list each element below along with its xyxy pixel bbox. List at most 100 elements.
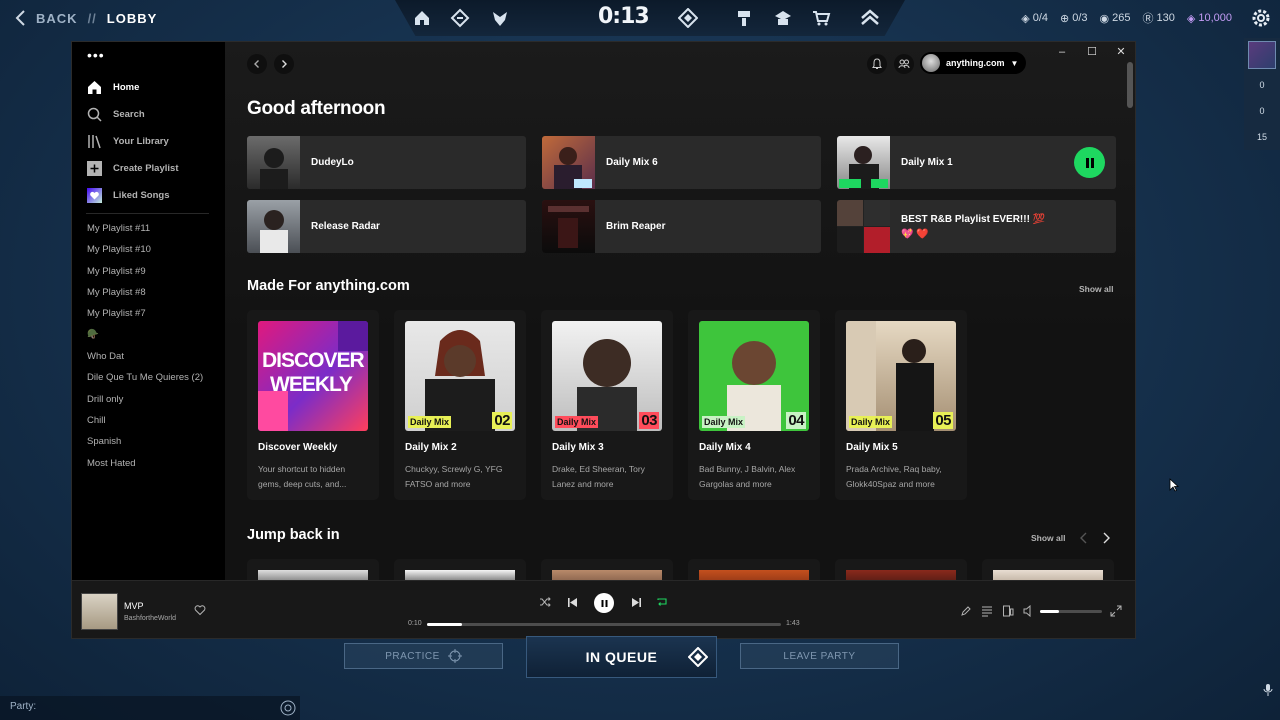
quick-tile[interactable]: Daily Mix 1 bbox=[837, 136, 1116, 189]
store-icon[interactable] bbox=[811, 8, 831, 28]
close-icon[interactable]: ✕ bbox=[1114, 45, 1128, 59]
lyrics-icon[interactable] bbox=[960, 605, 972, 617]
mic-icon[interactable] bbox=[1262, 683, 1274, 697]
card-title: Discover Weekly bbox=[258, 442, 338, 453]
menu-dots-icon[interactable]: ••• bbox=[87, 47, 105, 63]
previous-icon[interactable] bbox=[565, 595, 579, 609]
back-nav-button[interactable] bbox=[247, 54, 267, 74]
party-chat-input[interactable]: Party: bbox=[0, 696, 300, 720]
nav-label: Liked Songs bbox=[113, 189, 170, 201]
jump-card[interactable] bbox=[394, 559, 526, 580]
pause-button[interactable] bbox=[1074, 147, 1105, 178]
playlist-card[interactable]: Daily Mix 04 Daily Mix 4 Bad Bunny, J Ba… bbox=[688, 310, 820, 500]
devices-icon[interactable] bbox=[1002, 605, 1014, 617]
playlist-item[interactable]: 🪖 bbox=[87, 329, 99, 340]
jump-card[interactable] bbox=[541, 559, 673, 580]
playlist-card[interactable]: DISCOVER WEEKLY Discover Weekly Your sho… bbox=[247, 310, 379, 500]
queue-icon[interactable] bbox=[981, 605, 993, 617]
show-all-link[interactable]: Show all bbox=[1031, 533, 1065, 543]
jump-card[interactable] bbox=[982, 559, 1114, 580]
pause-button[interactable] bbox=[594, 593, 614, 613]
playlist-item[interactable]: Most Hated bbox=[87, 458, 136, 469]
chevron-left-icon[interactable] bbox=[1079, 532, 1089, 544]
playlist-item[interactable]: Chill bbox=[87, 415, 105, 426]
volume-icon[interactable] bbox=[1023, 605, 1035, 617]
gear-icon[interactable] bbox=[1250, 7, 1272, 29]
jump-card[interactable] bbox=[688, 559, 820, 580]
chevron-right-icon[interactable] bbox=[1101, 532, 1111, 544]
now-playing-title[interactable]: MVP bbox=[124, 601, 144, 611]
progress-bar[interactable] bbox=[427, 623, 781, 626]
playlist-card[interactable]: Daily Mix 03 Daily Mix 3 Drake, Ed Sheer… bbox=[541, 310, 673, 500]
career-icon[interactable] bbox=[734, 8, 754, 28]
quick-tile[interactable]: BEST R&B Playlist EVER!!! 💯 💖 ❤️ bbox=[837, 200, 1116, 253]
jump-card[interactable] bbox=[247, 559, 379, 580]
playlist-item[interactable]: Dile Que Tu Me Quieres (2) bbox=[87, 372, 203, 383]
nav-liked-songs[interactable]: Liked Songs bbox=[86, 187, 169, 203]
cover-art bbox=[837, 136, 890, 189]
show-all-link[interactable]: Show all bbox=[1079, 284, 1113, 294]
tile-title: Brim Reaper bbox=[606, 221, 666, 232]
playlist-item[interactable]: My Playlist #11 bbox=[87, 223, 150, 234]
playlist-item[interactable]: My Playlist #8 bbox=[87, 287, 146, 298]
playlist-card[interactable]: Daily Mix 02 Daily Mix 2 Chuckyy, Screwl… bbox=[394, 310, 526, 500]
nav-create-playlist[interactable]: Create Playlist bbox=[86, 160, 178, 176]
user-menu[interactable]: anything.com ▼ bbox=[920, 52, 1026, 74]
playlist-item[interactable]: My Playlist #10 bbox=[87, 244, 151, 255]
maximize-icon[interactable]: ☐ bbox=[1085, 45, 1099, 59]
rank-icon[interactable] bbox=[860, 8, 880, 28]
bell-icon[interactable] bbox=[867, 54, 887, 74]
collection-icon[interactable] bbox=[773, 8, 793, 28]
quick-tile[interactable]: Brim Reaper bbox=[542, 200, 821, 253]
now-playing-art[interactable] bbox=[81, 593, 118, 630]
heart-icon[interactable] bbox=[194, 604, 206, 616]
volume-slider[interactable] bbox=[1040, 610, 1102, 613]
mix-label: Daily Mix bbox=[849, 416, 893, 428]
quick-tile[interactable]: DudeyLo bbox=[247, 136, 526, 189]
leave-party-button[interactable]: LEAVE PARTY bbox=[740, 643, 899, 669]
fullscreen-icon[interactable] bbox=[1110, 605, 1122, 617]
back-button[interactable]: BACK // LOBBY bbox=[12, 9, 157, 27]
play-mode-icon[interactable] bbox=[678, 8, 698, 28]
repeat-icon[interactable] bbox=[655, 595, 669, 609]
minimize-icon[interactable]: – bbox=[1055, 45, 1069, 59]
heart-icon bbox=[86, 187, 102, 203]
nav-home[interactable]: Home bbox=[86, 79, 139, 95]
cover-art bbox=[247, 136, 300, 189]
playlist-item[interactable]: Who Dat bbox=[87, 351, 124, 362]
nav-library[interactable]: Your Library bbox=[86, 133, 169, 149]
next-icon[interactable] bbox=[629, 595, 643, 609]
in-queue-button[interactable]: IN QUEUE bbox=[526, 636, 717, 678]
shuffle-icon[interactable] bbox=[538, 595, 552, 609]
agents-icon[interactable] bbox=[450, 8, 470, 28]
chat-icon[interactable] bbox=[279, 699, 297, 717]
quick-tile[interactable]: Daily Mix 6 bbox=[542, 136, 821, 189]
scrollbar[interactable] bbox=[1127, 62, 1133, 108]
cover-art bbox=[837, 200, 890, 253]
playlist-item[interactable]: My Playlist #7 bbox=[87, 308, 146, 319]
nav-search[interactable]: Search bbox=[86, 106, 145, 122]
card-title: Daily Mix 4 bbox=[699, 442, 751, 453]
cover-art bbox=[846, 570, 956, 580]
home-icon[interactable] bbox=[412, 8, 432, 28]
player-bar: MVP BashfortheWorld 0:10 1:43 bbox=[72, 580, 1135, 638]
battlepass-icon[interactable] bbox=[490, 8, 510, 28]
cover-art: Daily Mix 03 bbox=[552, 321, 662, 431]
playlist-item[interactable]: Drill only bbox=[87, 394, 123, 405]
art-text: DISCOVER bbox=[262, 349, 365, 372]
friends-icon[interactable] bbox=[894, 54, 914, 74]
playlist-card[interactable]: Daily Mix 05 Daily Mix 5 Prada Archive, … bbox=[835, 310, 967, 500]
quick-tile[interactable]: Release Radar bbox=[247, 200, 526, 253]
tile-title: Release Radar bbox=[311, 221, 380, 232]
page-title: Good afternoon bbox=[247, 98, 386, 119]
practice-button[interactable]: PRACTICE bbox=[344, 643, 503, 669]
player-avatar[interactable] bbox=[1248, 41, 1276, 69]
playlist-item[interactable]: My Playlist #9 bbox=[87, 266, 146, 277]
forward-nav-button[interactable] bbox=[274, 54, 294, 74]
now-playing-artist[interactable]: BashfortheWorld bbox=[124, 615, 176, 622]
jump-card[interactable] bbox=[835, 559, 967, 580]
cover-art: Daily Mix 04 bbox=[699, 321, 809, 431]
cover-art: DISCOVER WEEKLY bbox=[258, 321, 368, 431]
cover-art bbox=[247, 200, 300, 253]
playlist-item[interactable]: Spanish bbox=[87, 436, 121, 447]
